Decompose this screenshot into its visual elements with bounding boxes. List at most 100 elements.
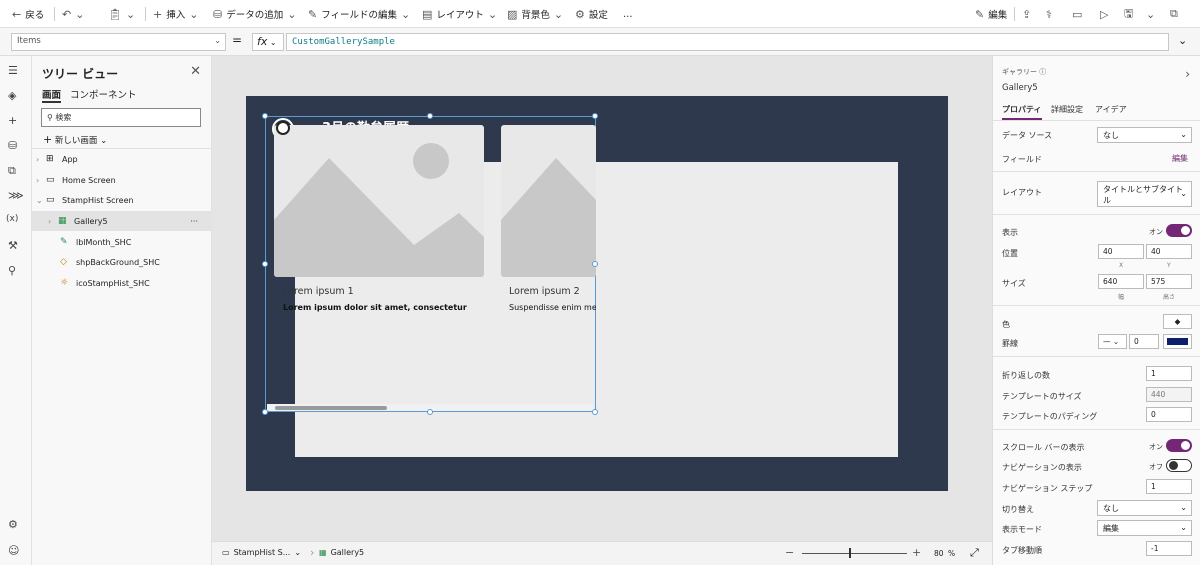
more-options-button[interactable]: ··· [190,217,198,226]
template-size-input[interactable]: 440 [1146,387,1192,402]
chevron-right-icon: › [48,216,52,226]
resize-handle[interactable] [262,261,268,267]
layout-button[interactable]: ▤ レイアウト ⌄ [422,0,497,28]
tab-screens[interactable]: 画面 [42,87,62,103]
zoom-out-button[interactable]: − [785,546,794,559]
control-name: Gallery5 [1002,83,1038,93]
y-input[interactable]: 40 [1146,244,1192,259]
resize-handle[interactable] [427,113,433,119]
search-input[interactable]: ⚲ 検索 [41,108,201,127]
resize-handle[interactable] [427,409,433,415]
paste-button[interactable]: 📋︎ ⌄ [108,0,135,28]
display-mode-dropdown[interactable]: 編集 ⌄ [1097,520,1192,536]
border-style-dropdown[interactable]: — ⌄ [1098,334,1127,349]
tree-item-stamphist-screen[interactable]: ⌄ ▭ StampHist Screen [32,190,212,210]
comments-button[interactable]: ▭ [1072,0,1082,28]
tree-item-app[interactable]: › ⊞ App [32,149,212,169]
undo-button[interactable]: ↶ ⌄ [62,0,84,28]
left-rail: ☰ ◈ + ⛁ ⧉ ⋙ (x) ⚒ ⚲ ⚙ ☺ [0,56,32,565]
tree-item-shpbackground[interactable]: ◇ shpBackGround_SHC [32,252,212,272]
resize-handle[interactable] [592,261,598,267]
edit-button[interactable]: ✎ 編集 [975,0,1007,28]
account-icon[interactable]: ☺ [8,544,19,557]
border-color-button[interactable] [1163,334,1192,349]
tab-advanced[interactable]: 詳細設定 [1051,104,1083,115]
app-checker-button[interactable]: ⚕ [1046,0,1052,28]
nav-step-input[interactable]: 1 [1146,479,1192,494]
x-input[interactable]: 40 [1098,244,1144,259]
share-button[interactable]: ⇪ [1022,0,1031,28]
tab-index-input[interactable]: -1 [1146,541,1192,556]
screen-icon: ▭ [222,548,230,557]
data-icon[interactable]: ⛁ [8,139,17,152]
scrollbar-thumb[interactable] [275,406,387,410]
save-menu-button[interactable]: ⌄ [1146,0,1155,28]
fields-edit-link[interactable]: 編集 [1172,153,1188,164]
resize-handle[interactable] [262,113,268,119]
tree-view-icon[interactable]: ◈ [8,89,16,102]
resize-handle[interactable] [592,113,598,119]
stethoscope-icon: ⚕ [1046,7,1052,21]
visible-toggle[interactable] [1166,224,1192,237]
more-button[interactable]: … [623,0,633,28]
tree-item-lblmonth[interactable]: ✎ lblMonth_SHC [32,232,212,252]
tree-item-icostamphist[interactable]: ☼ icoStampHist_SHC [32,273,212,293]
wrap-count-input[interactable]: 1 [1146,366,1192,381]
resize-handle[interactable] [592,409,598,415]
chevron-down-icon: ⌄ [287,7,297,21]
width-input[interactable]: 640 [1098,274,1144,289]
tree-item-home-screen[interactable]: › ▭ Home Screen [32,170,212,190]
variables-icon[interactable]: (x) [6,214,18,224]
insert-button[interactable]: + 挿入 ⌄ [153,0,198,28]
expand-formula-icon[interactable]: ⌄ [1178,34,1187,47]
screen-breadcrumb[interactable]: ▭ StampHist S... ⌄ [222,548,301,557]
template-size-label: テンプレートのサイズ [1002,392,1082,401]
divider [993,214,1200,215]
snap-dropdown[interactable]: なし ⌄ [1097,500,1192,516]
search-icon[interactable]: ⚲ [8,264,16,277]
hamburger-menu-icon[interactable]: ☰ [8,64,18,77]
settings-button[interactable]: ⚙ 設定 [575,0,608,28]
save-button[interactable]: 🖫︎ [1124,0,1133,28]
gear-icon: ⚙ [575,7,585,21]
chevron-right-icon[interactable]: › [1185,67,1190,81]
media-icon[interactable]: ⧉ [8,164,16,178]
zoom-in-button[interactable]: + [912,546,921,559]
resize-handle[interactable] [262,409,268,415]
tree-item-gallery5[interactable]: › ▦ Gallery5 ··· [32,211,212,231]
new-screen-button[interactable]: + 新しい画面 ⌄ [43,133,107,146]
template-padding-input[interactable]: 0 [1146,407,1192,422]
property-dropdown[interactable]: Items ⌄ [11,33,226,51]
scrollbar-toggle[interactable] [1166,439,1192,452]
layout-dropdown[interactable]: タイトルとサブタイトル ⌄ [1097,181,1192,207]
info-icon[interactable]: ⓘ [1039,68,1046,76]
navigation-toggle[interactable] [1166,459,1192,472]
edit-fields-button[interactable]: ✎ フィールドの編集 ⌄ [308,0,410,28]
close-icon[interactable]: ✕ [190,64,201,79]
control-breadcrumb[interactable]: ▦ Gallery5 [319,548,364,557]
back-button[interactable]: ← 戻る [12,0,44,28]
add-data-button[interactable]: ⛁ データの追加 ⌄ [213,0,296,28]
zoom-slider[interactable] [802,553,907,554]
height-input[interactable]: 575 [1146,274,1192,289]
tab-components[interactable]: コンポーネント [70,87,137,101]
tools-icon[interactable]: ⚒ [8,239,18,252]
power-automate-icon[interactable]: ⋙ [8,189,24,202]
data-source-dropdown[interactable]: なし ⌄ [1097,127,1192,143]
fill-color-button[interactable]: ◆ [1163,314,1192,329]
fullscreen-icon[interactable]: ⤢ [970,546,979,560]
formula-bar: Items ⌄ = fx ⌄ CustomGallerySample ⌄ [0,28,1200,56]
zoom-slider-thumb[interactable] [849,548,852,558]
tab-properties[interactable]: プロパティ [1002,104,1042,120]
insert-icon[interactable]: + [8,114,17,127]
border-width-input[interactable]: 0 [1129,334,1159,349]
divider [993,120,1200,121]
formula-input[interactable]: CustomGallerySample [286,33,1169,51]
settings-gear-icon[interactable]: ⚙ [8,518,18,531]
tab-ideas[interactable]: アイデア [1095,104,1127,115]
fx-button[interactable]: fx ⌄ [252,33,284,51]
publish-button[interactable]: ⧉ [1170,0,1178,28]
edit-gallery-icon[interactable] [276,121,290,135]
preview-button[interactable]: ▷ [1100,0,1108,28]
background-button[interactable]: ▨ 背景色 ⌄ [507,0,563,28]
